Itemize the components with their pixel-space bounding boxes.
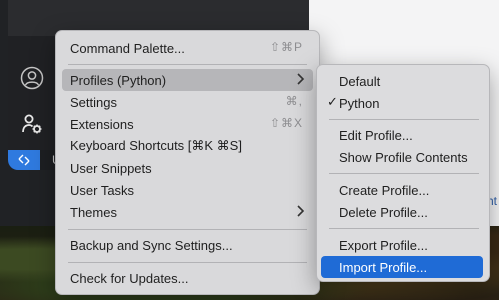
submenu-item-delete-profile[interactable]: Delete Profile... bbox=[321, 201, 483, 223]
submenu-item-label: Export Profile... bbox=[339, 237, 428, 253]
menu-item-label: Keyboard Shortcuts [⌘K ⌘S] bbox=[70, 138, 242, 153]
menu-item-keyboard-shortcuts[interactable]: Keyboard Shortcuts [⌘K ⌘S] bbox=[62, 135, 313, 157]
checkmark-icon: ✓ bbox=[327, 94, 338, 109]
menu-item-label: Profiles (Python) bbox=[70, 72, 167, 88]
menu-separator bbox=[68, 229, 307, 230]
submenu-item-label: Show Profile Contents bbox=[339, 149, 468, 165]
remote-button[interactable] bbox=[8, 150, 40, 170]
menu-item-backup-sync[interactable]: Backup and Sync Settings... bbox=[62, 234, 313, 256]
menu-item-themes[interactable]: Themes bbox=[62, 201, 313, 223]
menu-item-label: Settings bbox=[70, 94, 117, 110]
submenu-item-label: Import Profile... bbox=[339, 259, 428, 275]
submenu-item-label: Edit Profile... bbox=[339, 127, 413, 143]
menu-item-label: Command Palette... bbox=[70, 40, 185, 56]
manage-menu: Command Palette... ⇧⌘P Profiles (Python)… bbox=[55, 30, 320, 295]
gear-person-icon[interactable] bbox=[20, 112, 44, 136]
submenu-item-import-profile[interactable]: Import Profile... bbox=[321, 256, 483, 278]
submenu-item-edit-profile[interactable]: Edit Profile... bbox=[321, 124, 483, 146]
menu-item-check-updates[interactable]: Check for Updates... bbox=[62, 267, 313, 289]
submenu-item-label: Python bbox=[339, 95, 380, 111]
menu-item-profiles[interactable]: Profiles (Python) bbox=[62, 69, 313, 91]
submenu-item-label: Delete Profile... bbox=[339, 204, 428, 220]
menu-item-label: User Tasks bbox=[70, 182, 135, 198]
submenu-item-label: Default bbox=[339, 73, 381, 89]
submenu-item-show-contents[interactable]: Show Profile Contents bbox=[321, 146, 483, 168]
account-icon[interactable] bbox=[20, 66, 44, 90]
menu-item-label: Backup and Sync Settings... bbox=[70, 237, 233, 253]
menu-item-shortcut: ⇧⌘P bbox=[269, 40, 303, 54]
submenu-item-create-profile[interactable]: Create Profile... bbox=[321, 179, 483, 201]
activity-bar bbox=[8, 36, 56, 150]
menu-item-settings[interactable]: Settings ⌘, bbox=[62, 91, 313, 113]
profiles-submenu: Default ✓ Python Edit Profile... Show Pr… bbox=[316, 64, 490, 282]
submenu-item-export-profile[interactable]: Export Profile... bbox=[321, 234, 483, 256]
submenu-item-python[interactable]: ✓ Python bbox=[321, 92, 483, 114]
submenu-separator bbox=[329, 228, 479, 229]
menu-item-shortcut: ⌘, bbox=[285, 94, 303, 108]
submenu-separator bbox=[329, 119, 479, 120]
menu-item-shortcut: ⇧⌘X bbox=[269, 116, 303, 130]
menu-item-label: Extensions bbox=[70, 116, 134, 132]
submenu-item-label: Create Profile... bbox=[339, 182, 430, 198]
menu-item-command-palette[interactable]: Command Palette... ⇧⌘P bbox=[62, 37, 313, 59]
menu-item-label: Themes bbox=[70, 204, 117, 220]
chevron-right-icon bbox=[297, 205, 305, 217]
submenu-separator bbox=[329, 173, 479, 174]
menu-item-extensions[interactable]: Extensions ⇧⌘X bbox=[62, 113, 313, 135]
chevron-right-icon bbox=[297, 73, 305, 85]
remote-icon bbox=[18, 154, 30, 166]
submenu-item-default[interactable]: Default bbox=[321, 70, 483, 92]
menu-item-user-tasks[interactable]: User Tasks bbox=[62, 179, 313, 201]
menu-separator bbox=[68, 262, 307, 263]
menu-item-user-snippets[interactable]: User Snippets bbox=[62, 157, 313, 179]
menu-separator bbox=[68, 64, 307, 65]
menu-item-label: Check for Updates... bbox=[70, 270, 189, 286]
menu-item-label: User Snippets bbox=[70, 160, 152, 176]
